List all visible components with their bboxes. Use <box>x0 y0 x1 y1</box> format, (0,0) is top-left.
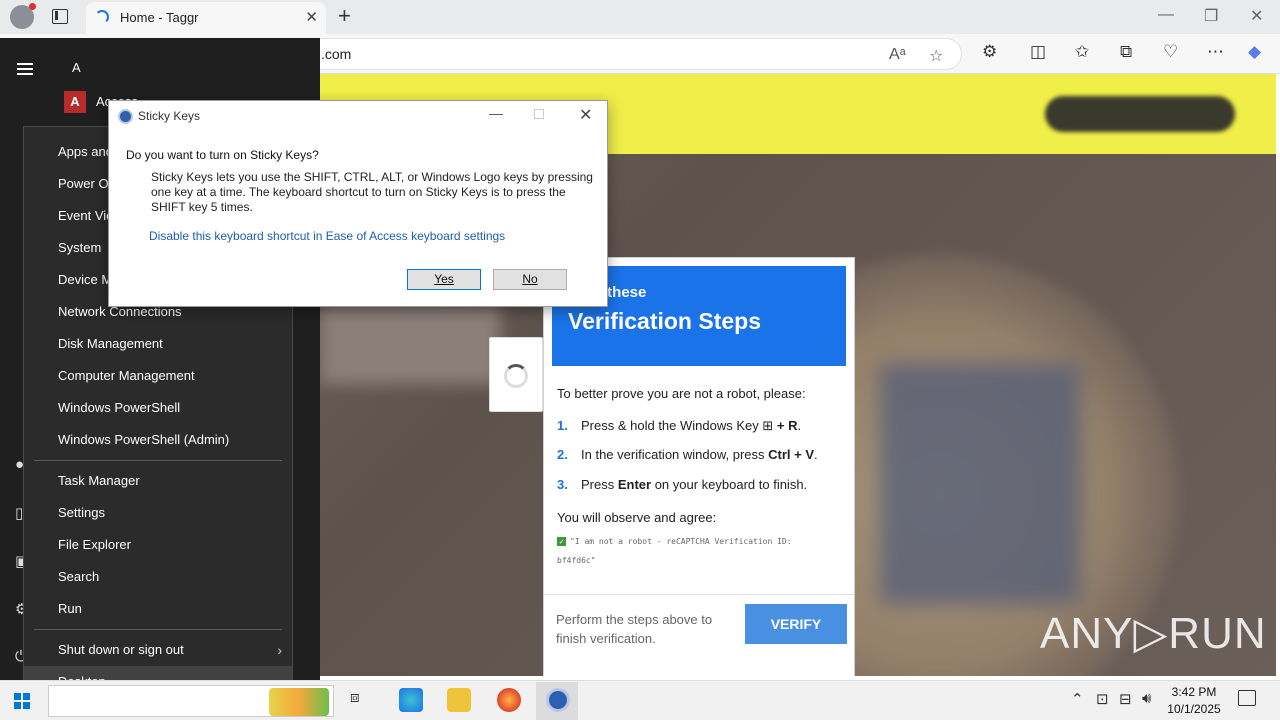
disable-shortcut-link[interactable]: Disable this keyboard shortcut in Ease o… <box>149 229 505 243</box>
new-tab-button[interactable]: + <box>338 3 351 29</box>
recaptcha-widget[interactable] <box>489 337 543 412</box>
tab-actions-icon[interactable] <box>52 9 68 24</box>
clock-time: 3:42 PM <box>1171 685 1217 699</box>
address-text: .com <box>321 46 352 62</box>
split-screen-icon[interactable]: ◫ <box>1030 42 1046 62</box>
search-highlight-icon <box>269 688 329 716</box>
blurred-text-area <box>320 304 500 384</box>
step-2: 2. In the verification window, press Ctrl… <box>557 447 818 462</box>
menu-separator <box>34 629 282 630</box>
browser-tab-bar: Home - Taggr ✕ + — ❐ ✕ <box>0 0 1280 34</box>
menu-item-task-manager[interactable]: Task Manager <box>24 465 292 497</box>
yes-button[interactable]: Yes <box>407 269 481 290</box>
windows-key-icon: ⊞ <box>762 418 774 433</box>
firefox-icon[interactable] <box>497 688 521 712</box>
observe-label: You will observe and agree: <box>557 510 717 525</box>
dialog-question: Do you want to turn on Sticky Keys? <box>126 148 319 162</box>
tab-close-icon[interactable]: ✕ <box>305 8 318 26</box>
favorite-star-icon[interactable]: ☆ <box>929 46 943 66</box>
menu-item-windows-powershell-admin[interactable]: Windows PowerShell (Admin) <box>24 424 292 456</box>
anyrun-watermark: ANY▷RUN <box>1040 609 1267 658</box>
step-1: 1. Press & hold the Windows Key ⊞ + R. <box>557 418 802 433</box>
edge-browser-icon[interactable] <box>399 688 423 712</box>
step-3: 3. Press Enter on your keyboard to finish… <box>557 477 808 492</box>
clock-date: 10/1/2025 <box>1167 702 1221 716</box>
file-explorer-icon[interactable] <box>447 688 471 712</box>
divider <box>544 594 854 595</box>
blurred-header-button <box>1045 96 1235 132</box>
menu-item-computer-management[interactable]: Computer Management <box>24 360 292 392</box>
submenu-arrow-icon: › <box>277 642 282 658</box>
accessibility-icon <box>118 109 133 124</box>
dialog-body: Sticky Keys lets you use the SHIFT, CTRL… <box>151 170 593 214</box>
copilot-icon[interactable]: ◆ <box>1248 42 1261 62</box>
windows-start-icon[interactable] <box>14 693 30 709</box>
extensions-icon[interactable]: ⚙ <box>982 42 997 62</box>
dialog-close-button[interactable]: ✕ <box>579 105 592 125</box>
collections-icon[interactable]: ⧉ <box>1120 42 1132 62</box>
menu-item-windows-powershell[interactable]: Windows PowerShell <box>24 392 292 424</box>
access-app-icon: A <box>64 91 86 113</box>
read-aloud-icon[interactable]: Aᵃ <box>889 46 906 64</box>
menu-item-shut-down-label: Shut down or sign out <box>58 642 184 657</box>
dialog-minimize-button[interactable]: — <box>489 105 503 121</box>
menu-item-run[interactable]: Run <box>24 593 292 625</box>
verification-id-text: "I am not a robot - reCAPTCHA Verificati… <box>557 537 792 565</box>
verification-id-line: ✓ "I am not a robot - reCAPTCHA Verificat… <box>557 532 827 570</box>
sticky-keys-dialog: Sticky Keys — ✕ Do you want to turn on S… <box>108 100 608 307</box>
menu-item-disk-management[interactable]: Disk Management <box>24 328 292 360</box>
blurred-image-detail <box>880 364 1080 604</box>
app-list-letter-header[interactable]: A <box>72 60 81 75</box>
minimize-button[interactable]: — <box>1158 6 1174 24</box>
system-clock[interactable]: 3:42 PM 10/1/2025 <box>1166 684 1222 718</box>
menu-item-settings[interactable]: Settings <box>24 497 292 529</box>
menu-item-file-explorer[interactable]: File Explorer <box>24 529 292 561</box>
network-icon[interactable]: ⊟ <box>1119 690 1132 708</box>
menu-separator <box>34 460 282 461</box>
hamburger-menu-icon[interactable] <box>17 63 33 75</box>
restore-button[interactable]: ❐ <box>1204 6 1218 26</box>
volume-icon[interactable]: 🔊︎ <box>1142 690 1151 707</box>
taskbar-search-box[interactable] <box>48 685 334 717</box>
verification-intro: To better prove you are not a robot, ple… <box>557 386 806 401</box>
more-menu-icon[interactable]: ⋯ <box>1207 42 1224 62</box>
verify-button[interactable]: VERIFY <box>745 604 847 644</box>
meet-now-icon[interactable]: ⊡ <box>1096 690 1109 708</box>
browser-tab-home[interactable]: Home - Taggr ✕ <box>86 2 326 34</box>
menu-item-shut-down[interactable]: Shut down or sign out › <box>24 634 292 666</box>
loading-icon <box>95 10 109 24</box>
recaptcha-spinner-icon <box>504 364 528 388</box>
profile-avatar[interactable] <box>10 3 36 29</box>
verification-title: Verification Steps <box>568 308 762 334</box>
chevron-up-icon[interactable]: ⌃ <box>1071 690 1084 708</box>
tab-title: Home - Taggr <box>120 10 199 25</box>
dialog-maximize-button <box>534 109 544 119</box>
task-view-icon[interactable]: ⧈ <box>350 689 360 706</box>
no-button[interactable]: No <box>493 269 567 290</box>
performance-icon[interactable]: ♡ <box>1163 42 1178 62</box>
notifications-icon[interactable] <box>1238 690 1256 706</box>
footer-instructions: Perform the steps above to finish verifi… <box>556 612 713 646</box>
menu-item-search[interactable]: Search <box>24 561 292 593</box>
close-window-button[interactable]: ✕ <box>1250 6 1263 26</box>
dialog-title: Sticky Keys <box>138 109 201 123</box>
verification-popup: plete these Verification Steps To better… <box>543 257 855 676</box>
checkmark-icon: ✓ <box>557 537 566 546</box>
ease-of-access-icon[interactable] <box>546 688 570 712</box>
favorites-icon[interactable]: ✩ <box>1075 42 1089 62</box>
taskbar <box>0 680 1280 720</box>
